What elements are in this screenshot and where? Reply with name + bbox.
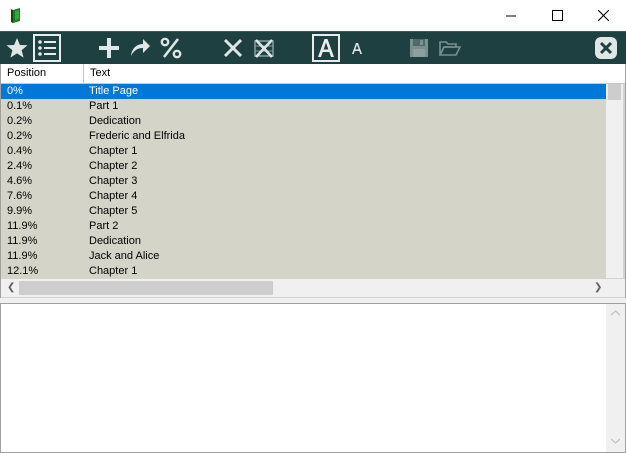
minimize-button[interactable] xyxy=(488,0,534,31)
row-position: 0% xyxy=(7,85,23,97)
row-text: Frederic and Elfrida xyxy=(89,130,185,142)
table-row[interactable]: 11.9% Jack and Alice xyxy=(1,249,606,264)
favorites-button[interactable] xyxy=(3,34,31,62)
row-text: Part 1 xyxy=(89,100,119,112)
row-position: 12.1% xyxy=(7,265,39,277)
table-row[interactable]: 0.1% Part 1 xyxy=(1,99,606,114)
row-text: Chapter 4 xyxy=(89,190,138,202)
close-panel-button[interactable] xyxy=(592,34,620,62)
redo-arrow-icon xyxy=(131,39,150,56)
scroll-down-icon[interactable] xyxy=(611,438,620,444)
save-icon xyxy=(410,39,428,57)
list-icon xyxy=(38,40,56,56)
toolbar xyxy=(0,31,626,64)
preview-vertical-scrollbar[interactable] xyxy=(606,304,625,452)
row-text: Dedication xyxy=(89,115,141,127)
font-large-icon xyxy=(318,39,334,57)
row-text: Title Page xyxy=(89,85,139,97)
clear-all-icon xyxy=(254,39,274,58)
row-position: 4.6% xyxy=(7,175,33,187)
maximize-icon xyxy=(551,10,563,21)
row-position: 9.9% xyxy=(7,205,33,217)
plus-icon xyxy=(99,38,119,58)
row-position: 0.2% xyxy=(7,115,33,127)
title-bar xyxy=(0,0,626,31)
row-position: 0.4% xyxy=(7,145,33,157)
minimize-icon xyxy=(506,15,516,16)
row-text: Dedication xyxy=(89,235,141,247)
table-row[interactable]: 12.1% Chapter 1 xyxy=(1,264,606,279)
close-circle-icon xyxy=(595,37,617,59)
table-row[interactable]: 7.6% Chapter 4 xyxy=(1,189,606,204)
table-row[interactable]: 2.4% Chapter 2 xyxy=(1,159,606,174)
row-position: 11.9% xyxy=(7,235,38,247)
star-icon xyxy=(6,38,28,58)
row-position: 11.9% xyxy=(7,250,38,262)
row-text: Jack and Alice xyxy=(89,250,160,262)
table-row[interactable]: 0.2% Frederic and Elfrida xyxy=(1,129,606,144)
font-small-icon xyxy=(352,43,362,54)
row-text: Chapter 1 xyxy=(89,265,138,277)
add-bookmark-button[interactable] xyxy=(95,34,123,62)
scroll-left-icon[interactable]: ❮ xyxy=(7,282,15,293)
font-large-button[interactable] xyxy=(312,34,340,62)
list-horizontal-scrollbar[interactable]: ❮ ❯ xyxy=(1,279,625,297)
row-text: Chapter 2 xyxy=(89,160,138,172)
close-icon xyxy=(597,10,609,21)
close-button[interactable] xyxy=(580,0,626,31)
table-row[interactable]: 11.9% Part 2 xyxy=(1,219,606,234)
open-folder-icon xyxy=(439,41,461,56)
table-row[interactable]: 0% Title Page xyxy=(1,84,606,99)
table-row[interactable]: 9.9% Chapter 5 xyxy=(1,204,606,219)
font-small-button[interactable] xyxy=(343,34,371,62)
row-position: 0.1% xyxy=(7,100,33,112)
row-text: Chapter 1 xyxy=(89,145,138,157)
percent-icon xyxy=(160,37,182,59)
row-position: 7.6% xyxy=(7,190,33,202)
table-row[interactable]: 11.9% Dedication xyxy=(1,234,606,249)
column-header-position[interactable]: Position xyxy=(1,64,84,83)
column-header-text[interactable]: Text xyxy=(84,64,484,83)
row-text: Chapter 5 xyxy=(89,205,138,217)
green-book-icon xyxy=(10,6,24,24)
maximize-button[interactable] xyxy=(534,0,580,31)
save-button[interactable] xyxy=(405,34,433,62)
go-to-bookmark-button[interactable] xyxy=(126,34,154,62)
table-row[interactable]: 0.2% Dedication xyxy=(1,114,606,129)
row-text: Part 2 xyxy=(89,220,119,232)
clear-all-button[interactable] xyxy=(250,34,278,62)
open-button[interactable] xyxy=(436,34,464,62)
column-header: Position Text xyxy=(1,64,625,84)
scroll-right-icon[interactable]: ❯ xyxy=(594,282,602,293)
x-icon xyxy=(223,38,243,58)
list-vertical-scrollbar[interactable] xyxy=(606,84,623,278)
delete-bookmark-button[interactable] xyxy=(219,34,247,62)
bookmark-list-button[interactable] xyxy=(33,34,61,62)
row-text: Chapter 3 xyxy=(89,175,138,187)
bookmark-list: Position Text 0% Title Page 0.1% Part 1 0.2%… xyxy=(0,64,626,298)
go-to-percent-button[interactable] xyxy=(157,34,185,62)
row-position: 2.4% xyxy=(7,160,33,172)
list-horizontal-scroll-thumb[interactable] xyxy=(19,281,273,295)
scroll-up-icon[interactable] xyxy=(611,310,620,316)
bookmark-rows: 0% Title Page 0.1% Part 1 0.2% Dedication 0.2%… xyxy=(1,84,606,279)
list-vertical-scroll-thumb[interactable] xyxy=(608,84,621,100)
table-row[interactable]: 4.6% Chapter 3 xyxy=(1,174,606,189)
table-row[interactable]: 0.4% Chapter 1 xyxy=(1,144,606,159)
row-position: 11.9% xyxy=(7,220,38,232)
text-preview-pane[interactable] xyxy=(0,303,626,453)
row-position: 0.2% xyxy=(7,130,33,142)
